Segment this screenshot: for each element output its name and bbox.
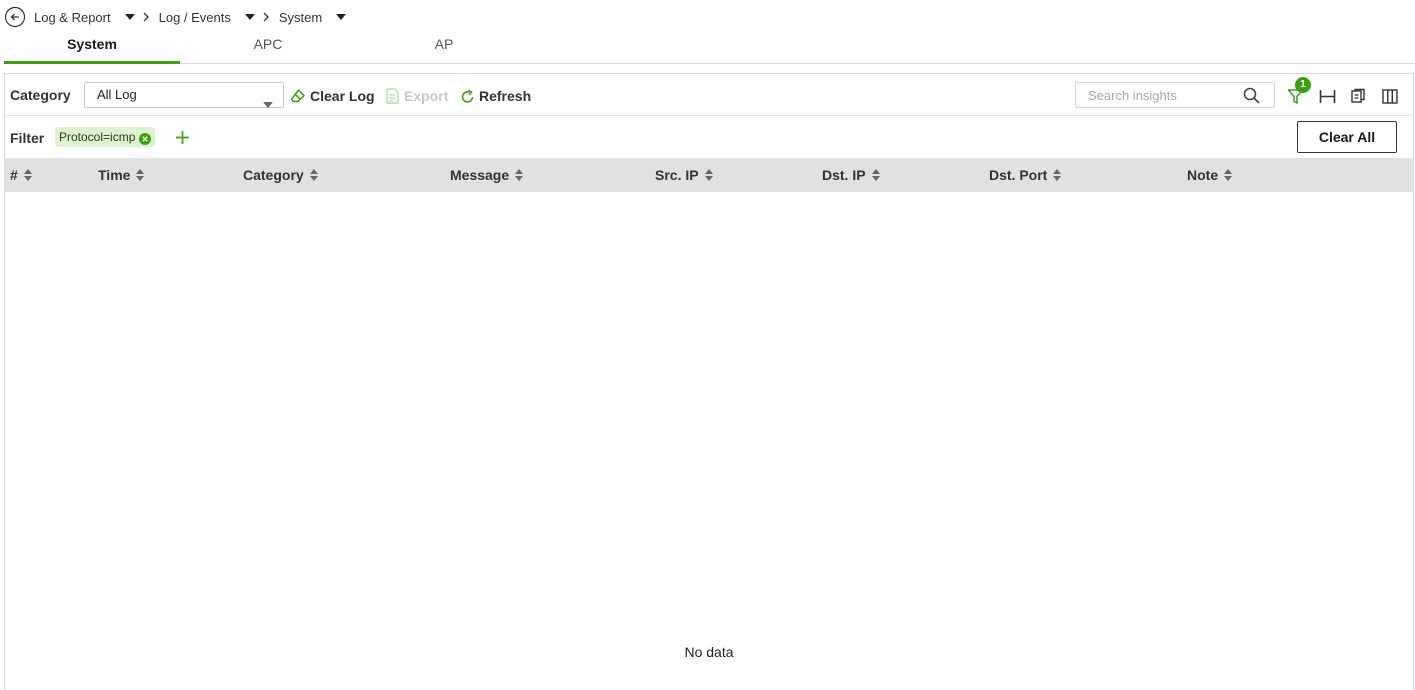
columns-button[interactable] [1380, 86, 1400, 106]
filter-toggle-button[interactable]: 1 [1285, 77, 1311, 106]
column-header-label: Dst. IP [822, 167, 866, 183]
column-header-category[interactable]: Category [243, 167, 318, 183]
breadcrumb-item-log-events[interactable]: Log / Events [159, 10, 255, 25]
close-circle-icon[interactable] [139, 131, 152, 145]
column-header-message[interactable]: Message [450, 167, 524, 183]
search-input[interactable] [1088, 83, 1248, 107]
column-header-note[interactable]: Note [1187, 167, 1233, 183]
caret-down-icon[interactable] [124, 12, 135, 22]
sort-icon[interactable] [23, 169, 32, 181]
filter-chip[interactable]: Protocol=icmp [55, 127, 156, 147]
tab-bar: System APC AP [4, 32, 1415, 64]
copy-icon [1351, 88, 1365, 103]
plus-icon [175, 130, 189, 144]
add-filter-button[interactable] [173, 128, 191, 146]
back-button[interactable] [4, 6, 26, 28]
copy-button[interactable] [1348, 86, 1368, 106]
refresh-label: Refresh [479, 88, 532, 104]
column-header-label: Message [450, 167, 510, 183]
category-select-value: All Log [97, 87, 137, 102]
fit-width-button[interactable] [1317, 86, 1337, 106]
export-icon [385, 88, 400, 104]
search-icon[interactable] [1243, 87, 1260, 109]
clear-all-button[interactable]: Clear All [1297, 121, 1397, 153]
export-label: Export [404, 88, 449, 104]
clear-log-button[interactable]: Clear Log [290, 86, 375, 106]
search-box [1075, 82, 1275, 108]
filter-label: Filter [10, 130, 45, 146]
sort-icon[interactable] [1224, 169, 1233, 181]
fit-width-icon [1319, 89, 1335, 103]
breadcrumb-label: Log / Events [158, 9, 231, 25]
eraser-icon [290, 88, 306, 104]
category-label: Category [10, 87, 71, 103]
breadcrumb: Log & Report Log / Events System [4, 6, 347, 28]
export-button[interactable]: Export [385, 86, 448, 106]
breadcrumb-label: Log & Report [34, 9, 111, 25]
sort-icon[interactable] [871, 169, 880, 181]
filter-bar: Filter Protocol=icmp Clear All [5, 116, 1413, 158]
breadcrumb-item-system[interactable]: System [278, 9, 347, 25]
caret-down-icon [263, 92, 273, 116]
tab-ap[interactable]: AP [356, 32, 532, 63]
caret-down-icon[interactable] [336, 12, 347, 22]
caret-down-icon[interactable] [244, 12, 255, 22]
sort-icon[interactable] [1053, 169, 1062, 181]
chevron-right-icon [143, 12, 153, 22]
breadcrumb-item-log-report[interactable]: Log & Report [34, 10, 135, 25]
columns-icon [1382, 88, 1398, 104]
column-header-label: Src. IP [655, 167, 699, 183]
column-header-number[interactable]: # [10, 167, 32, 183]
refresh-icon [460, 88, 475, 104]
clear-log-label: Clear Log [310, 88, 375, 104]
filter-count-badge: 1 [1295, 77, 1311, 93]
tab-system[interactable]: System [4, 32, 180, 64]
table-header: # Time Category Message Src. IP Dst. IP … [5, 158, 1413, 192]
refresh-button[interactable]: Refresh [460, 86, 531, 106]
column-header-label: Category [243, 167, 304, 183]
sort-icon[interactable] [704, 169, 713, 181]
column-header-dst-port[interactable]: Dst. Port [989, 167, 1062, 183]
column-header-time[interactable]: Time [98, 167, 145, 183]
column-header-dst-ip[interactable]: Dst. IP [822, 167, 880, 183]
column-header-label: Dst. Port [989, 167, 1048, 183]
category-select[interactable]: All Log [84, 82, 284, 108]
filter-chip-label: Protocol=icmp [59, 130, 136, 144]
back-arrow-icon [4, 6, 26, 28]
log-panel: Category All Log Clear Log Export Refres… [4, 73, 1414, 690]
column-header-label: Note [1187, 167, 1219, 183]
empty-state-text: No data [684, 644, 734, 660]
sort-icon[interactable] [309, 169, 318, 181]
chevron-right-icon [263, 12, 273, 22]
column-header-label: # [10, 167, 18, 183]
sort-icon[interactable] [515, 169, 524, 181]
breadcrumb-label: System [278, 9, 323, 25]
toolbar: Category All Log Clear Log Export Refres… [5, 74, 1413, 116]
column-header-label: Time [98, 167, 131, 183]
tab-apc[interactable]: APC [180, 32, 356, 63]
sort-icon[interactable] [136, 169, 145, 181]
column-header-src-ip[interactable]: Src. IP [655, 167, 713, 183]
